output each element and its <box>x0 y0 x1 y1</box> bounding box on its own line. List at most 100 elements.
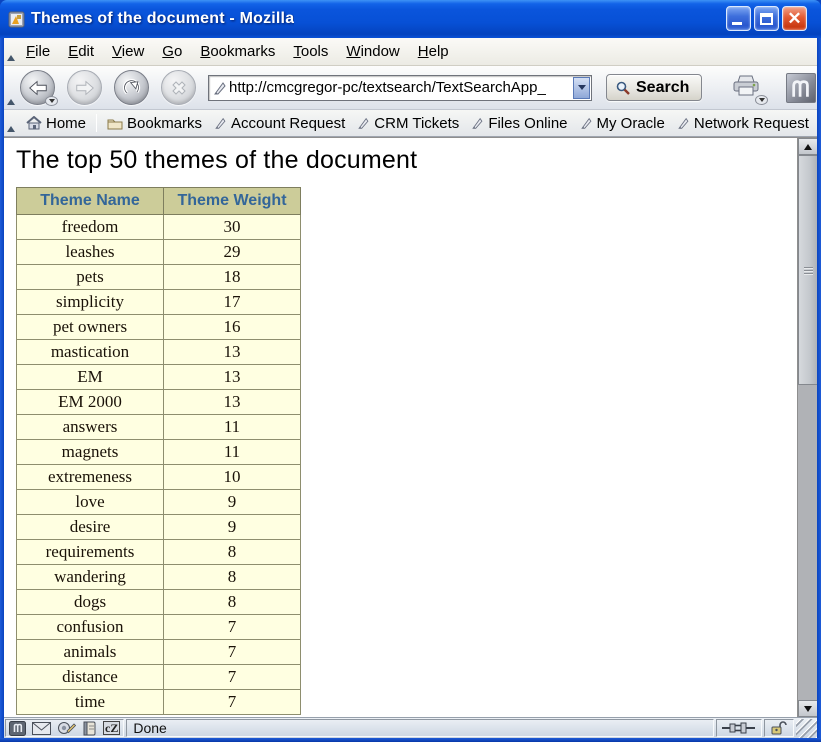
bookmark-my-oracle[interactable]: My Oracle <box>574 113 671 134</box>
composer-icon[interactable] <box>57 721 76 736</box>
reload-button[interactable] <box>114 70 149 105</box>
maximize-icon <box>760 13 773 25</box>
table-row: freedom30 <box>17 215 301 240</box>
menu-go[interactable]: Go <box>154 40 190 63</box>
theme-weight-cell: 11 <box>164 415 301 440</box>
table-row: requirements8 <box>17 540 301 565</box>
stop-button[interactable] <box>161 70 196 105</box>
bookmark-home[interactable]: Home <box>20 113 92 134</box>
theme-weight-cell: 16 <box>164 315 301 340</box>
bookmark-quill-icon <box>580 116 593 130</box>
table-row: leashes29 <box>17 240 301 265</box>
table-row: answers11 <box>17 415 301 440</box>
bookmark-files-online[interactable]: Files Online <box>465 113 573 134</box>
theme-weight-cell: 7 <box>164 640 301 665</box>
themes-table: Theme Name Theme Weight freedom30 leashe… <box>16 187 301 715</box>
table-row: dogs8 <box>17 590 301 615</box>
menu-bookmarks[interactable]: Bookmarks <box>192 40 283 63</box>
url-dropdown-button[interactable] <box>573 77 590 99</box>
menu-bar: File Edit View Go Bookmarks Tools Window… <box>4 38 817 66</box>
mozilla-logo-icon <box>790 78 812 98</box>
theme-name-cell: extremeness <box>17 465 164 490</box>
maximize-button[interactable] <box>754 6 779 31</box>
status-message: Done <box>133 720 166 736</box>
menubar-grippy[interactable] <box>7 55 15 61</box>
table-row: pets18 <box>17 265 301 290</box>
window-border-right <box>817 38 821 742</box>
bookmark-label: My Oracle <box>597 115 665 132</box>
thumb-grip <box>804 270 813 271</box>
menu-file[interactable]: File <box>18 40 58 63</box>
close-button[interactable]: ✕ <box>782 6 807 31</box>
bookmark-quill-icon <box>677 116 690 130</box>
personal-toolbar: Home Bookmarks Account Request CRM Ticke… <box>4 110 817 137</box>
bookmark-quill-icon <box>471 116 484 130</box>
theme-name-cell: requirements <box>17 540 164 565</box>
table-row: desire9 <box>17 515 301 540</box>
bookmark-crm-tickets[interactable]: CRM Tickets <box>351 113 465 134</box>
bookmarks-menu-label: Bookmarks <box>127 115 202 132</box>
theme-weight-cell: 11 <box>164 440 301 465</box>
back-dropdown-icon[interactable] <box>45 96 58 106</box>
menu-tools[interactable]: Tools <box>285 40 336 63</box>
scrollbar-thumb[interactable] <box>798 155 817 385</box>
thumb-grip <box>804 267 813 268</box>
print-button[interactable] <box>730 73 760 102</box>
back-button[interactable] <box>20 70 55 105</box>
search-button[interactable]: Search <box>606 74 702 101</box>
bookmark-account-request[interactable]: Account Request <box>208 113 351 134</box>
table-row: distance7 <box>17 665 301 690</box>
window-border-left <box>0 38 4 742</box>
theme-weight-cell: 30 <box>164 215 301 240</box>
page-title: The top 50 themes of the document <box>16 146 797 175</box>
table-row: love9 <box>17 490 301 515</box>
theme-name-cell: love <box>17 490 164 515</box>
security-status-panel[interactable] <box>764 719 794 737</box>
menu-help[interactable]: Help <box>410 40 457 63</box>
vertical-scrollbar[interactable] <box>797 138 817 717</box>
bookmark-network-request[interactable]: Network Request <box>671 113 815 134</box>
navigator-icon[interactable] <box>9 721 26 736</box>
close-icon: ✕ <box>783 7 806 30</box>
menu-edit[interactable]: Edit <box>60 40 102 63</box>
table-row: EM 200013 <box>17 390 301 415</box>
menu-window[interactable]: Window <box>338 40 407 63</box>
url-bar <box>208 75 592 101</box>
theme-weight-cell: 29 <box>164 240 301 265</box>
network-status-panel <box>716 719 762 737</box>
theme-name-cell: pets <box>17 265 164 290</box>
theme-weight-cell: 8 <box>164 540 301 565</box>
addressbook-icon[interactable] <box>82 721 97 736</box>
table-row: simplicity17 <box>17 290 301 315</box>
theme-weight-cell: 7 <box>164 665 301 690</box>
navbar-grippy[interactable] <box>7 99 15 105</box>
theme-name-cell: magnets <box>17 440 164 465</box>
theme-name-cell: animals <box>17 640 164 665</box>
scroll-up-button[interactable] <box>798 138 817 155</box>
minimize-button[interactable] <box>726 6 751 31</box>
url-input[interactable] <box>227 79 572 96</box>
bookmarks-menu[interactable]: Bookmarks <box>101 113 208 134</box>
print-dropdown-icon[interactable] <box>755 95 768 105</box>
scroll-down-button[interactable] <box>798 700 817 717</box>
theme-name-cell: EM <box>17 365 164 390</box>
bookmark-label: CRM Tickets <box>374 115 459 132</box>
window-border-bottom <box>0 738 821 742</box>
toolbar-separator <box>96 114 97 132</box>
personalbar-grippy[interactable] <box>7 126 15 132</box>
minimize-icon <box>732 22 742 25</box>
mail-icon[interactable] <box>32 722 51 735</box>
forward-button[interactable] <box>67 70 102 105</box>
mozilla-throbber[interactable] <box>786 73 816 103</box>
column-header-theme-name: Theme Name <box>17 188 164 215</box>
window-title: Themes of the document - Mozilla <box>31 10 294 28</box>
title-bar: Themes of the document - Mozilla ✕ <box>0 0 821 38</box>
navigation-toolbar: Search <box>4 66 817 110</box>
chatzilla-icon[interactable]: cZ <box>103 721 120 735</box>
window-resize-grip[interactable] <box>796 719 817 738</box>
table-row: magnets11 <box>17 440 301 465</box>
folder-icon <box>107 117 123 130</box>
menu-view[interactable]: View <box>104 40 152 63</box>
status-bar: cZ Done <box>4 717 817 738</box>
theme-name-cell: distance <box>17 665 164 690</box>
